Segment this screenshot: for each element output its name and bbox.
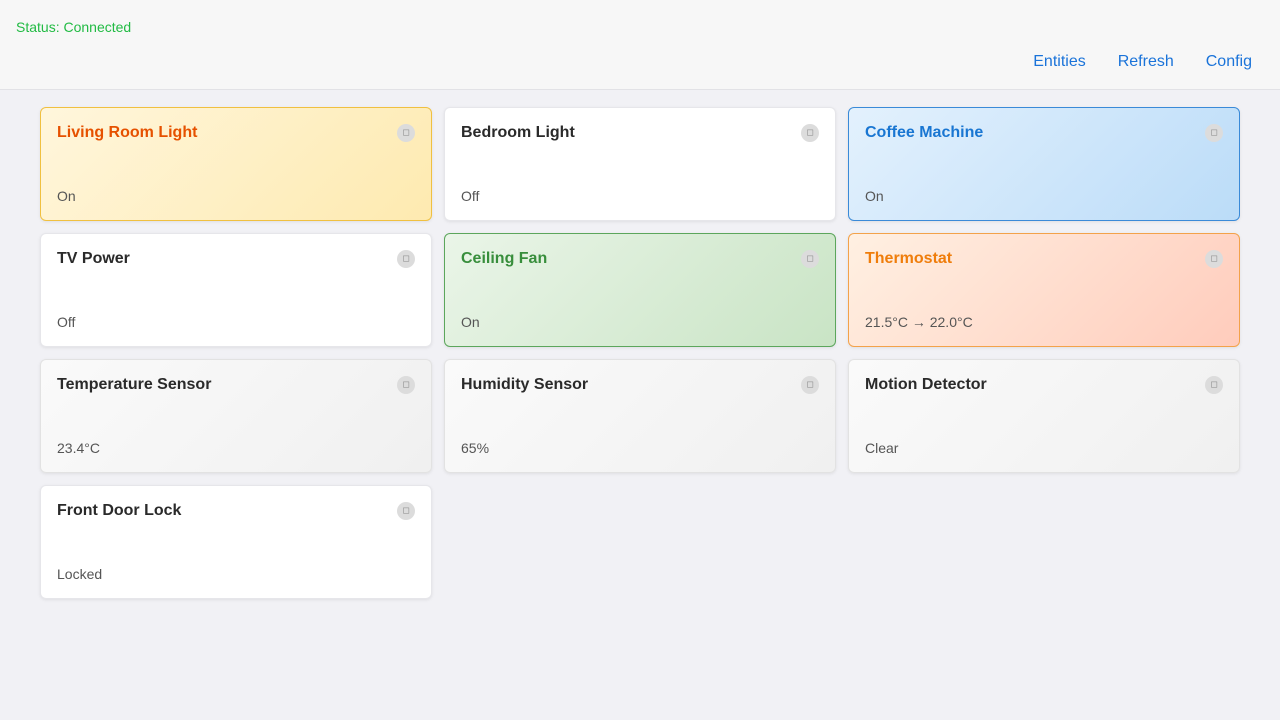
- card-thermostat[interactable]: Thermostat ◻ 21.5°C → 22.0°C: [848, 233, 1240, 347]
- device-icon[interactable]: ◻: [397, 124, 415, 142]
- card-title: Ceiling Fan: [461, 250, 548, 267]
- card-humidity-sensor[interactable]: Humidity Sensor ◻ 65%: [444, 359, 836, 473]
- card-state: Off: [57, 314, 76, 330]
- card-coffee-machine[interactable]: Coffee Machine ◻ On: [848, 107, 1240, 221]
- connection-status: Status: Connected: [16, 19, 132, 35]
- card-title: Front Door Lock: [57, 502, 182, 519]
- device-icon[interactable]: ◻: [397, 250, 415, 268]
- device-icon[interactable]: ◻: [801, 250, 819, 268]
- entity-grid: Living Room Light ◻ On Bedroom Light ◻ O…: [40, 107, 1240, 599]
- top-header: Status: Connected Entities Refresh Confi…: [0, 0, 1280, 90]
- card-title: Temperature Sensor: [57, 376, 212, 393]
- card-title: Thermostat: [865, 250, 953, 267]
- nav-entities-link[interactable]: Entities: [1033, 53, 1085, 71]
- device-icon[interactable]: ◻: [1205, 124, 1223, 142]
- card-state: On: [57, 188, 76, 204]
- card-tv-power[interactable]: TV Power ◻ Off: [40, 233, 432, 347]
- device-icon[interactable]: ◻: [1205, 250, 1223, 268]
- card-state: 23.4°C: [57, 440, 100, 456]
- card-title: Motion Detector: [865, 376, 987, 393]
- card-living-room-light[interactable]: Living Room Light ◻ On: [40, 107, 432, 221]
- card-ceiling-fan[interactable]: Ceiling Fan ◻ On: [444, 233, 836, 347]
- card-title: TV Power: [57, 250, 130, 267]
- card-title: Coffee Machine: [865, 124, 984, 141]
- device-icon[interactable]: ◻: [397, 376, 415, 394]
- card-title: Humidity Sensor: [461, 376, 589, 393]
- device-icon[interactable]: ◻: [397, 502, 415, 520]
- device-icon[interactable]: ◻: [1205, 376, 1223, 394]
- card-state: Clear: [865, 440, 899, 456]
- card-bedroom-light[interactable]: Bedroom Light ◻ Off: [444, 107, 836, 221]
- nav-config-link[interactable]: Config: [1206, 53, 1252, 71]
- device-icon[interactable]: ◻: [801, 376, 819, 394]
- top-nav: Entities Refresh Config: [1033, 53, 1252, 71]
- card-state: 21.5°C → 22.0°C: [865, 314, 973, 330]
- card-state: 65%: [461, 440, 490, 456]
- card-state: On: [461, 314, 480, 330]
- card-front-door-lock[interactable]: Front Door Lock ◻ Locked: [40, 485, 432, 599]
- device-icon[interactable]: ◻: [801, 124, 819, 142]
- nav-refresh-link[interactable]: Refresh: [1118, 53, 1174, 71]
- card-title: Living Room Light: [57, 124, 198, 141]
- card-state: Off: [461, 188, 480, 204]
- card-state: Locked: [57, 566, 103, 582]
- card-title: Bedroom Light: [461, 124, 575, 141]
- card-temperature-sensor[interactable]: Temperature Sensor ◻ 23.4°C: [40, 359, 432, 473]
- card-motion-detector[interactable]: Motion Detector ◻ Clear: [848, 359, 1240, 473]
- card-state: On: [865, 188, 884, 204]
